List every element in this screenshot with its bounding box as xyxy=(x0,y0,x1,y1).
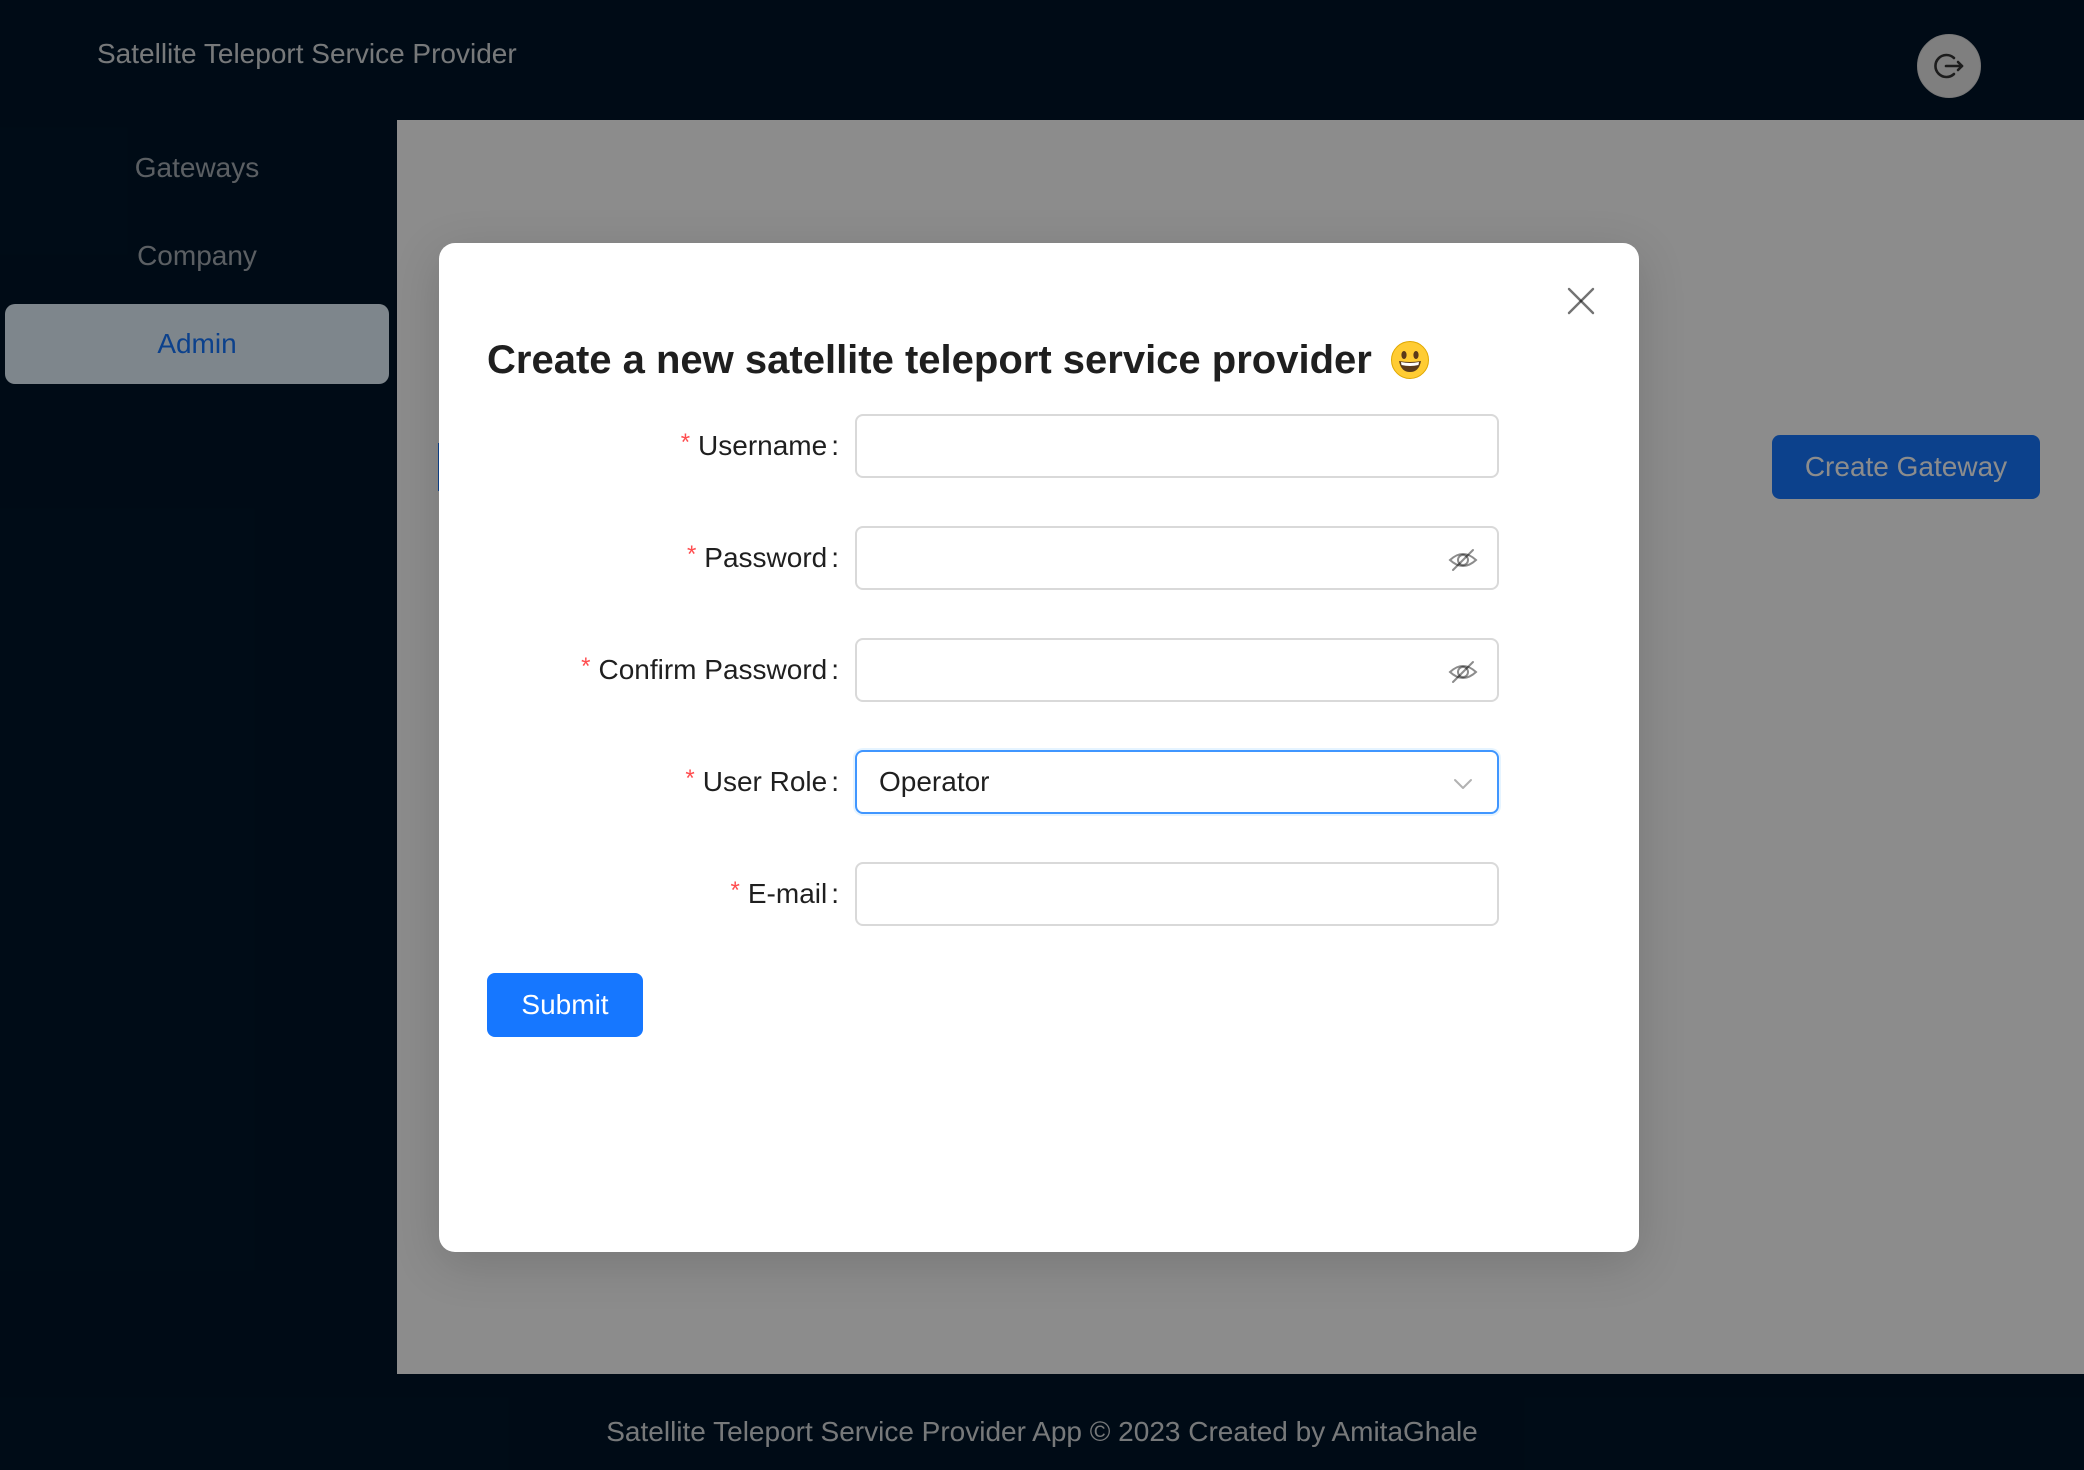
required-mark: * xyxy=(680,429,691,456)
modal-close-button[interactable] xyxy=(1557,277,1605,325)
email-label: * E-mail : xyxy=(731,862,839,926)
eye-invisible-icon[interactable] xyxy=(1447,544,1479,576)
label-colon: : xyxy=(831,766,839,797)
create-provider-modal: Create a new satellite teleport service … xyxy=(439,243,1639,1252)
password-label: * Password : xyxy=(687,526,839,590)
label-colon: : xyxy=(831,878,839,909)
label-colon: : xyxy=(831,542,839,573)
modal-title-text: Create a new satellite teleport service … xyxy=(487,338,1372,382)
email-field[interactable] xyxy=(855,862,1499,926)
close-icon xyxy=(1567,287,1595,315)
eye-invisible-icon[interactable] xyxy=(1447,656,1479,688)
label-colon: : xyxy=(831,430,839,461)
grinning-face-emoji-icon xyxy=(1390,341,1429,379)
password-row: * Password : xyxy=(439,526,1639,590)
confirm-password-label: * Confirm Password : xyxy=(581,638,839,702)
email-label-text: E-mail xyxy=(747,878,828,909)
confirm-password-label-text: Confirm Password xyxy=(598,654,828,685)
user-role-label-text: User Role xyxy=(702,766,828,797)
chevron-down-icon xyxy=(1454,779,1472,789)
user-role-label: * User Role : xyxy=(685,750,839,814)
username-label-text: Username xyxy=(698,430,828,461)
required-mark: * xyxy=(685,765,695,792)
username-row: * Username : xyxy=(439,414,1639,478)
required-mark: * xyxy=(730,877,740,904)
label-colon: : xyxy=(831,654,839,685)
submit-button[interactable]: Submit xyxy=(487,973,643,1037)
password-input[interactable] xyxy=(855,526,1499,590)
user-role-select[interactable]: Operator xyxy=(855,750,1499,814)
user-role-value: Operator xyxy=(879,766,990,797)
confirm-password-row: * Confirm Password : xyxy=(439,638,1639,702)
confirm-password-input[interactable] xyxy=(855,638,1499,702)
username-label: * Username : xyxy=(681,414,839,478)
modal-title: Create a new satellite teleport service … xyxy=(487,338,1429,383)
username-input[interactable] xyxy=(855,414,1499,478)
user-role-row: * User Role : Operator xyxy=(439,750,1639,814)
password-label-text: Password xyxy=(704,542,828,573)
required-mark: * xyxy=(581,653,591,680)
email-row: * E-mail : xyxy=(439,862,1639,926)
required-mark: * xyxy=(686,541,697,568)
